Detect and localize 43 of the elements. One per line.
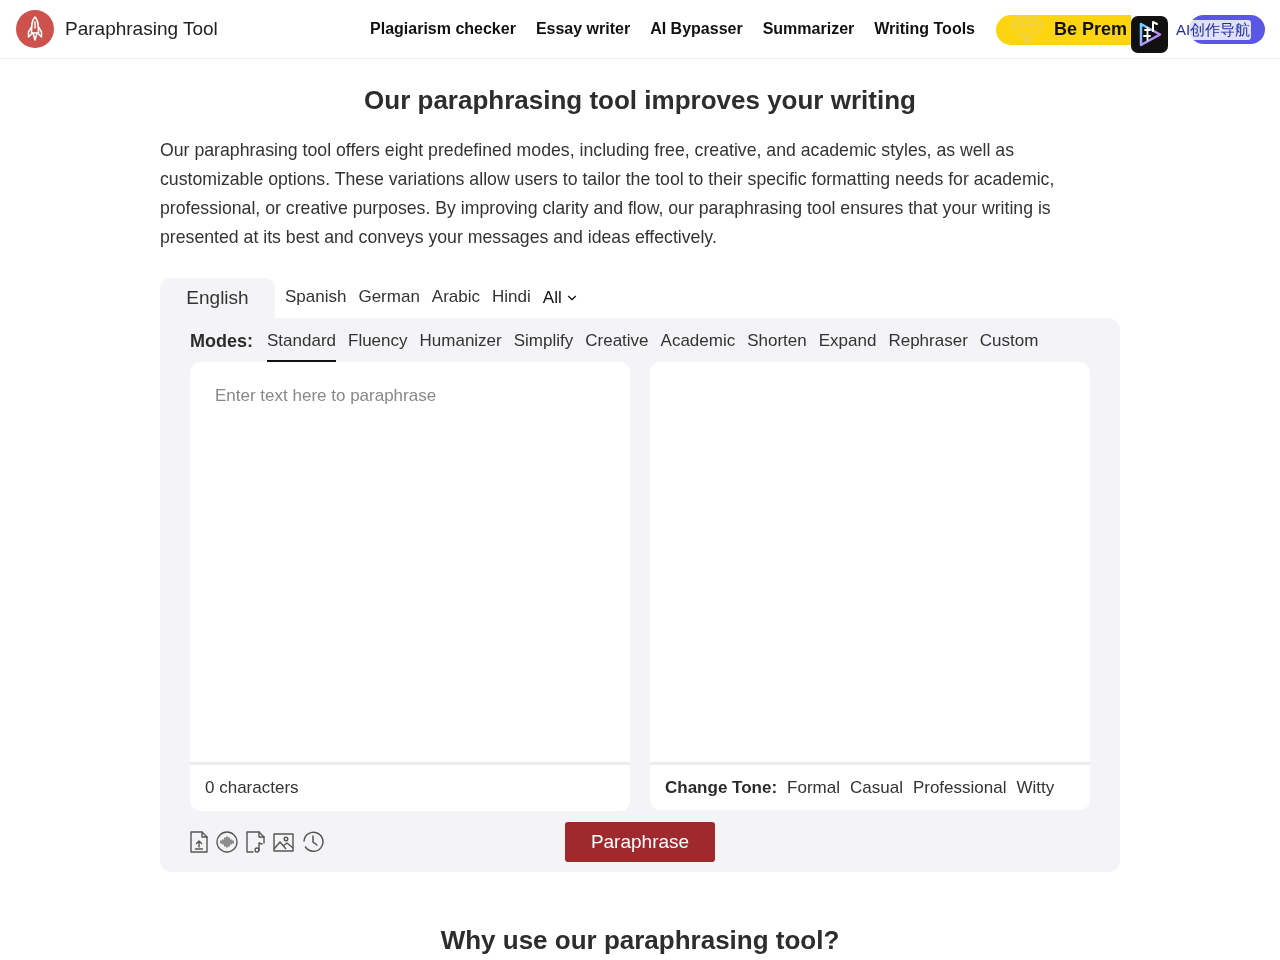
intro-paragraph: Our paraphrasing tool offers eight predefined modes, including free, creative, and academic styles, as well as customizable options. These variations allow users to tailor the tool to their specific formatting needs for academic, professional, or creative purposes. By improving clarity and flow, our paraphrasing tool ensures that your writing is presented at its best and conveys your messages and ideas effectively.: [160, 139, 1056, 249]
image-icon[interactable]: [273, 832, 294, 852]
language-tab[interactable]: German: [358, 278, 420, 318]
tone-option[interactable]: Professional: [912, 774, 1007, 801]
mode-tab[interactable]: Fluency: [348, 325, 408, 362]
nav-link[interactable]: Writing Tools: [874, 17, 975, 41]
tone-option[interactable]: Formal: [787, 774, 840, 801]
nav-link[interactable]: Plagiarism checker: [370, 17, 516, 41]
music-file-icon[interactable]: [246, 831, 265, 853]
nav-link[interactable]: AI Bypasser: [650, 17, 743, 41]
paraphrase-button[interactable]: Paraphrase: [565, 822, 715, 862]
language-tab[interactable]: English: [160, 278, 275, 318]
mode-tab[interactable]: Creative: [585, 325, 649, 362]
language-tab[interactable]: Hindi: [492, 278, 531, 318]
language-tab[interactable]: Arabic: [431, 278, 481, 318]
mode-tab[interactable]: Custom: [979, 325, 1039, 362]
nav-link[interactable]: Essay writer: [535, 17, 631, 41]
site-title[interactable]: Paraphrasing Tool: [65, 14, 218, 44]
audio-waveform-icon[interactable]: [216, 831, 238, 853]
overlay-label[interactable]: AI创作导航: [1175, 19, 1252, 40]
file-upload-icon[interactable]: [190, 831, 208, 853]
mode-tab[interactable]: Humanizer: [419, 325, 502, 362]
language-dropdown[interactable]: All: [542, 278, 579, 318]
app-icon[interactable]: [1131, 15, 1168, 53]
mode-tab[interactable]: Expand: [818, 325, 877, 362]
page-heading: Our paraphrasing tool improves your writing: [363, 84, 917, 116]
modes-label: Modes:: [190, 330, 253, 353]
mode-tab[interactable]: Shorten: [747, 325, 807, 362]
tone-option[interactable]: Witty: [1016, 774, 1055, 801]
rocket-logo-icon: [16, 10, 54, 48]
tone-option[interactable]: Casual: [850, 774, 903, 801]
language-tab[interactable]: Spanish: [285, 278, 347, 318]
section-heading: Why use our paraphrasing tool?: [439, 924, 841, 956]
nav-link[interactable]: Summarizer: [762, 17, 855, 41]
input-field[interactable]: Enter text here to paraphrase: [190, 362, 630, 762]
diamond-icon: [1010, 15, 1044, 44]
history-clock-icon[interactable]: [302, 831, 324, 853]
character-count: 0 characters: [205, 777, 299, 800]
mode-tab[interactable]: Simplify: [513, 325, 574, 362]
premium-button[interactable]: Be Prem: [996, 14, 1131, 45]
mode-tab[interactable]: Academic: [660, 325, 736, 362]
tone-label: Change Tone:: [665, 776, 778, 799]
mode-tab[interactable]: Rephraser: [888, 325, 968, 362]
